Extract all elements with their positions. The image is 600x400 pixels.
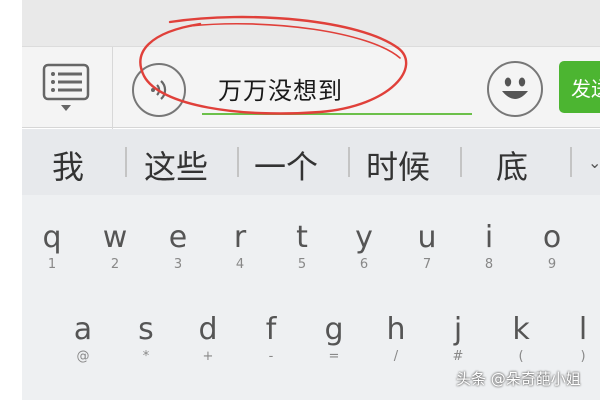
key-letter: r — [233, 220, 247, 255]
key-hint: 1 — [47, 257, 57, 272]
key-k[interactable]: k( — [496, 313, 546, 365]
key-f[interactable]: f- — [246, 313, 296, 365]
key-letter: q — [42, 220, 62, 255]
chevron-down-icon[interactable]: ⌄ — [588, 153, 600, 172]
key-hint: 7 — [422, 257, 432, 272]
key-l[interactable]: l) — [558, 313, 600, 365]
key-letter: t — [296, 220, 308, 255]
send-button[interactable]: 发送 — [559, 61, 600, 113]
key-y[interactable]: y6 — [339, 221, 389, 273]
menu-button[interactable] — [42, 63, 90, 113]
key-letter: d — [198, 312, 218, 347]
key-s[interactable]: s * — [121, 313, 171, 365]
message-input-value: 万万没想到 — [218, 77, 343, 105]
candidate-word[interactable]: 我 — [52, 142, 84, 188]
candidate-separator — [348, 147, 350, 177]
key-hint: 4 — [235, 257, 245, 272]
key-a[interactable]: a @ — [58, 313, 108, 365]
key-hint: ) — [580, 349, 586, 364]
candidate-word[interactable]: 这些 — [144, 142, 208, 188]
key-letter: u — [417, 220, 437, 255]
message-input[interactable]: 万万没想到 — [202, 57, 472, 115]
key-g[interactable]: g = — [309, 313, 359, 365]
key-letter: j — [453, 312, 463, 347]
list-icon — [42, 63, 90, 111]
key-hint: 9 — [547, 257, 557, 272]
key-i[interactable]: i8 — [464, 221, 514, 273]
left-edge — [0, 0, 22, 400]
key-u[interactable]: u7 — [402, 221, 452, 273]
input-underline — [202, 113, 472, 115]
candidate-word[interactable]: 一个 — [254, 142, 318, 188]
emoji-button[interactable] — [487, 61, 543, 117]
key-h[interactable]: h / — [371, 313, 421, 365]
key-hint: 8 — [484, 257, 494, 272]
key-hint: - — [268, 349, 274, 364]
smiley-icon — [502, 77, 528, 99]
candidate-separator — [237, 147, 239, 177]
key-hint: 2 — [110, 257, 120, 272]
key-hint: * — [142, 349, 150, 364]
candidate-separator — [460, 147, 462, 177]
key-letter: e — [168, 220, 188, 255]
key-r[interactable]: r4 — [215, 221, 265, 273]
key-letter: h — [386, 312, 406, 347]
key-hint: @ — [76, 349, 90, 364]
candidate-separator — [570, 147, 572, 177]
candidate-bar: 我 这些 一个 时候 底 ⌄ — [22, 129, 600, 195]
key-d[interactable]: d + — [183, 313, 233, 365]
watermark: 头条 @朵奇葩小姐 — [456, 370, 581, 388]
key-letter: o — [542, 220, 562, 255]
key-letter: g — [324, 312, 344, 347]
chat-area — [22, 0, 600, 46]
voice-icon — [151, 80, 167, 100]
key-letter: f — [265, 312, 277, 347]
key-hint: = — [328, 349, 340, 364]
key-hint: 6 — [359, 257, 369, 272]
key-letter: y — [355, 220, 373, 255]
key-hint: + — [202, 349, 214, 364]
key-o[interactable]: o9 — [527, 221, 577, 273]
voice-button[interactable] — [132, 63, 186, 117]
key-letter: i — [484, 220, 494, 255]
candidate-word[interactable]: 时候 — [366, 142, 430, 188]
key-w[interactable]: w2 — [90, 221, 140, 273]
divider — [112, 47, 113, 129]
candidate-word[interactable]: 底 — [496, 142, 528, 188]
key-hint: # — [452, 349, 464, 364]
key-hint: 5 — [297, 257, 307, 272]
input-bar: 万万没想到 发送 — [22, 46, 600, 129]
key-letter: k — [512, 312, 530, 347]
key-hint: ( — [518, 349, 524, 364]
key-letter: l — [578, 312, 588, 347]
key-letter: s — [138, 312, 154, 347]
key-e[interactable]: e3 — [153, 221, 203, 273]
key-t[interactable]: t5 — [277, 221, 327, 273]
key-letter: a — [73, 312, 93, 347]
key-j[interactable]: j # — [433, 313, 483, 365]
key-hint: / — [393, 349, 399, 364]
key-q[interactable]: q1 — [27, 221, 77, 273]
key-hint: 3 — [173, 257, 183, 272]
key-letter: w — [102, 220, 128, 255]
candidate-separator — [125, 147, 127, 177]
